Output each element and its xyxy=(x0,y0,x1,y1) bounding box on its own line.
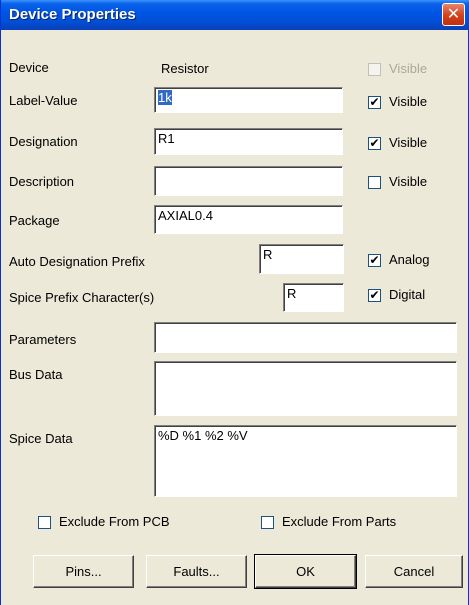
pins-button-label: Pins... xyxy=(65,564,102,579)
label-value-label: Label-Value xyxy=(9,93,78,108)
package-label: Package xyxy=(9,213,60,228)
exclude-from-pcb-checkbox[interactable] xyxy=(38,516,51,529)
description-input[interactable] xyxy=(154,166,343,196)
designation-input[interactable]: R1 xyxy=(154,128,343,155)
description-visible-checkbox[interactable] xyxy=(368,176,381,189)
device-label: Device xyxy=(9,60,49,75)
description-visible-label: Visible xyxy=(389,174,428,189)
auto-designation-prefix-input[interactable]: R xyxy=(259,244,344,274)
digital-label: Digital xyxy=(389,287,426,302)
faults-button-label: Faults... xyxy=(173,564,220,579)
label-value-input[interactable]: 1k xyxy=(154,87,343,113)
exclude-from-parts-checkbox[interactable] xyxy=(261,516,274,529)
device-visible-label: Visible xyxy=(389,61,428,76)
label-value-visible-label: Visible xyxy=(389,94,428,109)
pins-button[interactable]: Pins... xyxy=(33,555,134,588)
title-bar[interactable]: Device Properties ✕ xyxy=(1,0,469,30)
parameters-label: Parameters xyxy=(9,332,77,347)
bus-data-label: Bus Data xyxy=(9,367,63,382)
exclude-from-parts-label: Exclude From Parts xyxy=(282,514,397,529)
auto-designation-prefix-label: Auto Designation Prefix xyxy=(9,254,145,269)
spice-data-textarea[interactable]: %D %1 %2 %V xyxy=(154,425,457,497)
cancel-button[interactable]: Cancel xyxy=(365,555,463,588)
dialog-title: Device Properties xyxy=(9,6,136,23)
digital-checkbox[interactable]: ✔ xyxy=(368,289,381,302)
bus-data-textarea[interactable] xyxy=(154,361,457,416)
designation-label: Designation xyxy=(9,134,78,149)
spice-prefix-label: Spice Prefix Character(s) xyxy=(9,290,155,305)
ok-button-label: OK xyxy=(296,564,315,579)
ok-button[interactable]: OK xyxy=(254,554,357,589)
cancel-button-label: Cancel xyxy=(393,564,435,579)
device-value: Resistor xyxy=(161,61,209,76)
close-icon: ✕ xyxy=(446,5,461,23)
faults-button[interactable]: Faults... xyxy=(146,555,247,588)
close-button[interactable]: ✕ xyxy=(442,3,465,26)
spice-prefix-input[interactable]: R xyxy=(283,283,344,312)
label-value-selected-text: 1k xyxy=(158,90,172,105)
analog-checkbox[interactable]: ✔ xyxy=(368,254,381,267)
analog-label: Analog xyxy=(389,252,430,267)
package-input[interactable]: AXIAL0.4 xyxy=(154,205,343,234)
description-label: Description xyxy=(9,174,75,189)
exclude-from-pcb-label: Exclude From PCB xyxy=(59,514,170,529)
device-properties-dialog: Device Properties ✕ Device Resistor Visi… xyxy=(0,0,469,605)
device-visible-checkbox xyxy=(368,63,381,76)
label-value-visible-checkbox[interactable]: ✔ xyxy=(368,96,381,109)
parameters-input[interactable] xyxy=(154,322,457,353)
spice-data-label: Spice Data xyxy=(9,431,73,446)
designation-visible-label: Visible xyxy=(389,135,428,150)
designation-visible-checkbox[interactable]: ✔ xyxy=(368,137,381,150)
